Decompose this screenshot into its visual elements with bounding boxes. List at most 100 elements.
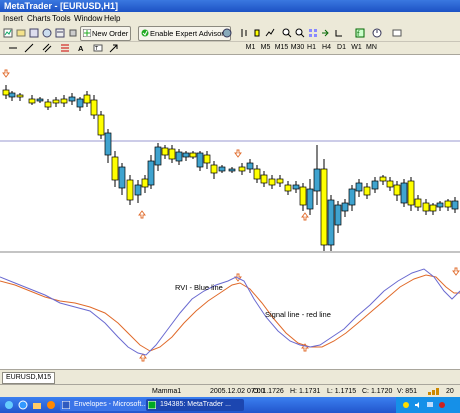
candle — [284, 181, 292, 195]
label-tool-icon[interactable]: T — [93, 43, 103, 53]
taskbar-label: 194385: MetaTrader ... — [160, 401, 231, 408]
candle — [407, 177, 415, 211]
candle — [292, 181, 300, 193]
price-chart[interactable] — [0, 55, 460, 369]
candle — [371, 177, 379, 193]
taskbar-item-envelopes[interactable]: Envelopes - Microsoft... — [60, 399, 154, 411]
menu-help[interactable]: Help — [104, 12, 120, 25]
new-chart-icon[interactable] — [3, 28, 13, 38]
candle — [141, 175, 149, 193]
candle — [451, 197, 459, 213]
trendline-icon[interactable] — [24, 43, 34, 53]
taskbar-item-metatrader[interactable]: 194385: MetaTrader ... — [146, 399, 244, 411]
candle — [68, 93, 76, 105]
candle — [334, 201, 342, 233]
fractal-up-icon — [301, 212, 309, 221]
profiles-icon[interactable] — [16, 28, 26, 38]
standard-toolbar: New Order Enable Expert Advisors f — [0, 25, 460, 42]
timeframe-m30[interactable]: M30 — [290, 42, 305, 53]
tray-icon[interactable] — [402, 401, 410, 409]
volume-icon[interactable] — [414, 401, 422, 409]
tester-icon[interactable] — [68, 28, 78, 38]
timeframe-m5[interactable]: M5 — [259, 42, 272, 53]
market-watch-icon[interactable] — [29, 28, 39, 38]
menu-charts[interactable]: Charts — [27, 12, 51, 25]
channel-icon[interactable] — [42, 43, 52, 53]
candle — [363, 183, 371, 199]
network-icon[interactable] — [426, 401, 434, 409]
candle — [306, 179, 314, 215]
candle — [134, 180, 142, 203]
rvi-annotation: RVI - Blue line — [175, 283, 223, 292]
candle — [189, 151, 197, 159]
timeframe-d1[interactable]: D1 — [335, 42, 348, 53]
candle — [8, 91, 16, 101]
rvi-line — [0, 268, 460, 356]
expert-advisors-button[interactable]: Enable Expert Advisors — [138, 26, 231, 41]
folder-icon[interactable] — [32, 400, 42, 410]
candle — [238, 163, 246, 175]
candle — [83, 91, 91, 107]
candle — [28, 95, 36, 105]
menu-insert[interactable]: Insert — [3, 12, 23, 25]
autoscroll-icon[interactable] — [321, 28, 331, 38]
candlestick-icon[interactable] — [252, 28, 262, 38]
arrow-tool-icon[interactable] — [109, 43, 119, 53]
chart-window[interactable]: RVI - Blue line Signal line - red line — [0, 55, 460, 369]
menu-bar: Insert Charts Tools Window Help — [0, 12, 460, 26]
candle — [44, 99, 52, 110]
timeframe-mn[interactable]: MN — [365, 42, 378, 53]
candle — [97, 111, 105, 139]
candle — [210, 161, 218, 179]
timeframe-m15[interactable]: M15 — [274, 42, 289, 53]
candle — [203, 151, 211, 169]
zoom-out-icon[interactable] — [295, 28, 305, 38]
os-taskbar: Envelopes - Microsoft... 194385: MetaTra… — [0, 397, 460, 413]
navigator-icon[interactable] — [42, 28, 52, 38]
candle — [341, 199, 349, 217]
candle — [228, 167, 236, 173]
indicators-icon[interactable]: f — [355, 28, 365, 38]
timeframe-h1[interactable]: H1 — [305, 42, 318, 53]
menu-window[interactable]: Window — [74, 12, 102, 25]
candle — [52, 97, 60, 107]
window-title: MetaTrader - [EURUSD,H1] — [4, 1, 119, 11]
candle — [429, 203, 437, 215]
candle — [218, 165, 226, 173]
line-chart-icon[interactable] — [265, 28, 275, 38]
candle — [348, 185, 356, 211]
metaeditor-icon[interactable] — [222, 28, 232, 38]
tile-windows-icon[interactable] — [308, 28, 318, 38]
templates-icon[interactable] — [392, 28, 402, 38]
periods-icon[interactable] — [372, 28, 382, 38]
candle — [276, 175, 284, 187]
quicklaunch-icon[interactable] — [4, 400, 14, 410]
media-icon[interactable] — [46, 400, 56, 410]
candle — [444, 199, 452, 211]
horizontal-line-icon[interactable] — [8, 43, 18, 53]
new-order-button[interactable]: New Order — [80, 26, 132, 41]
fractal-up-icon — [138, 210, 146, 219]
bar-chart-icon[interactable] — [239, 28, 249, 38]
candle — [182, 151, 190, 161]
chart-tab-bar: EURUSD,M15 — [0, 369, 460, 385]
antivirus-icon[interactable] — [438, 401, 446, 409]
candle — [118, 163, 126, 195]
menu-tools[interactable]: Tools — [52, 12, 71, 25]
fibonacci-icon[interactable] — [60, 43, 70, 53]
text-tool-icon[interactable]: A — [78, 42, 83, 55]
status-bar: Mamma1 2005.12.02 07:00 O: 1.1726 H: 1.1… — [0, 384, 460, 398]
ie-icon[interactable] — [18, 400, 28, 410]
candle — [313, 145, 321, 205]
candle — [90, 95, 98, 119]
timeframe-m1[interactable]: M1 — [244, 42, 257, 53]
terminal-icon[interactable] — [55, 28, 65, 38]
timeframe-w1[interactable]: W1 — [350, 42, 363, 53]
zoom-in-icon[interactable] — [282, 28, 292, 38]
tab-eurusd-m15[interactable]: EURUSD,M15 — [2, 372, 56, 384]
candle — [355, 179, 363, 197]
timeframe-h4[interactable]: H4 — [320, 42, 333, 53]
new-order-icon — [83, 29, 91, 37]
chart-shift-icon[interactable] — [334, 28, 344, 38]
fractal-down-icon — [452, 267, 460, 276]
